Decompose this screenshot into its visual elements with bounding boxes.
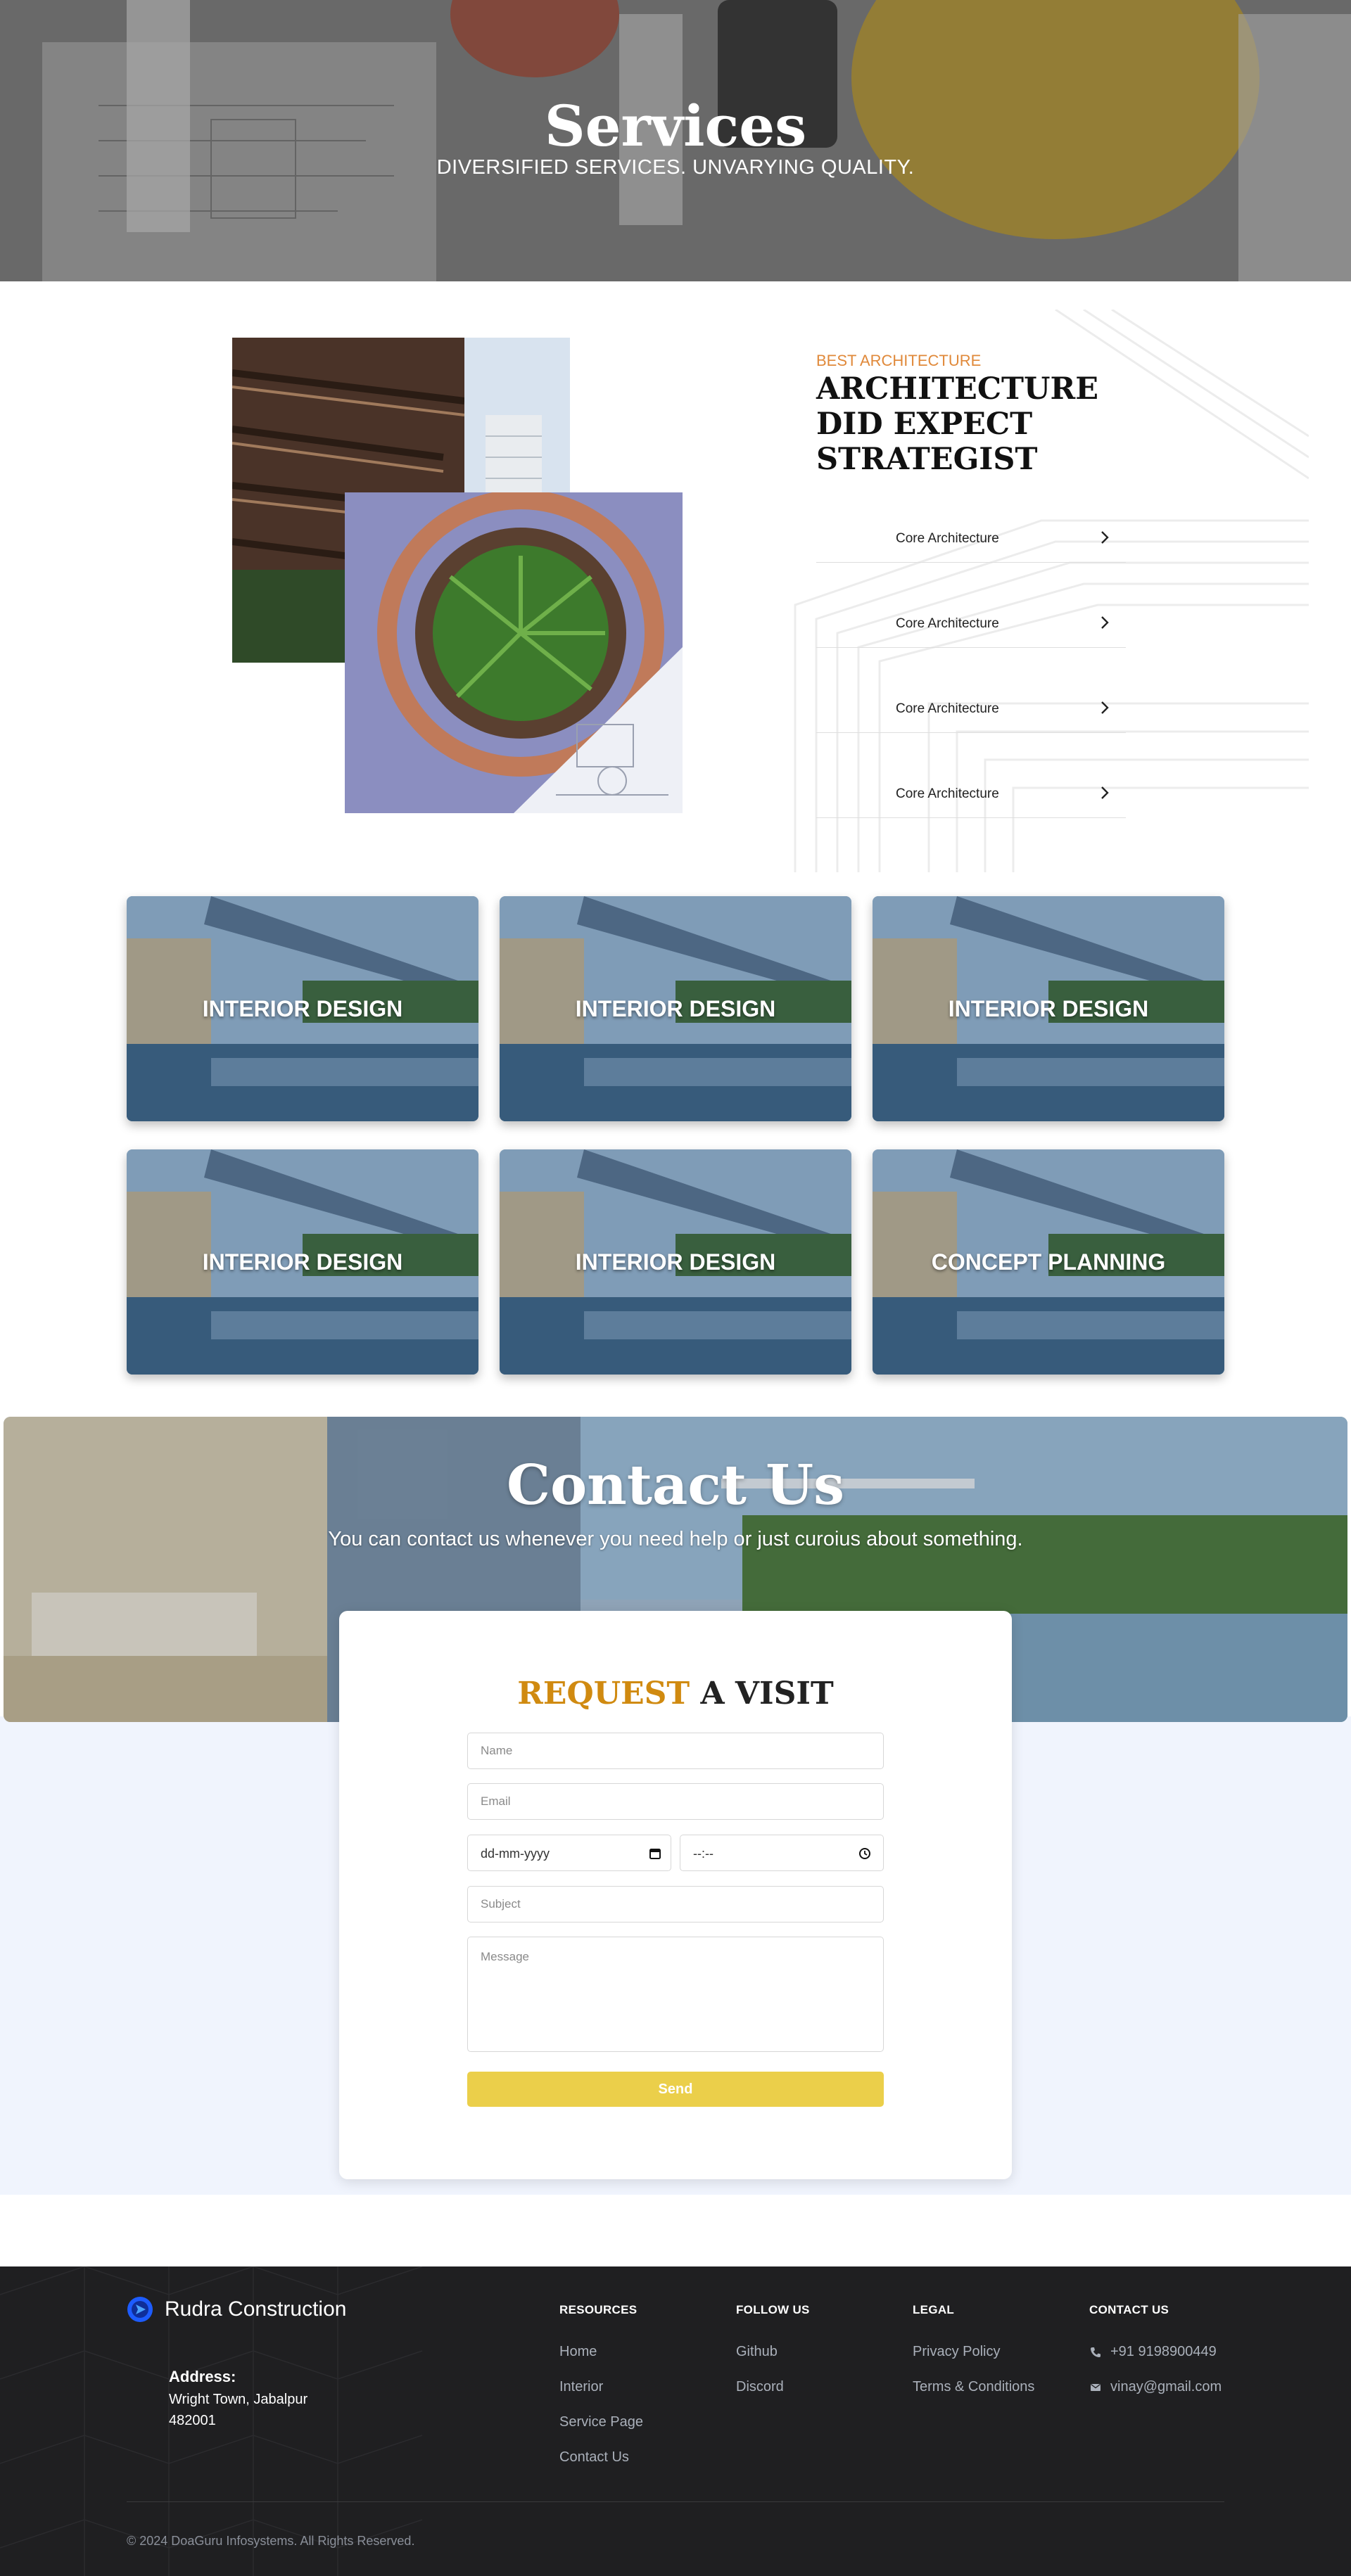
footer-email[interactable]: vinay@gmail.com (1110, 2379, 1222, 2395)
service-card-title: INTERIOR DESIGN (575, 996, 776, 1021)
chevron-right-icon (1101, 786, 1109, 799)
date-input[interactable]: dd-mm-yyyy (467, 1835, 671, 1871)
service-list-label: Core Architecture (896, 616, 999, 631)
heading-line: DID EXPECT (816, 407, 1033, 442)
contact-subtitle: You can contact us whenever you need hel… (328, 1528, 1023, 1550)
footer-link-service-page[interactable]: Service Page (559, 2414, 643, 2430)
form-title-rest: A VISIT (690, 1676, 834, 1711)
brand-name[interactable]: Rudra Construction (165, 2297, 346, 2321)
page-subtitle: DIVERSIFIED SERVICES. UNVARYING QUALITY. (436, 156, 915, 179)
architecture-section: BEST ARCHITECTURE ARCHITECTURE DID EXPEC… (0, 281, 1351, 872)
footer-link-home[interactable]: Home (559, 2344, 597, 2360)
footer-divider (127, 2501, 1224, 2502)
copyright-text: © 2024 DoaGuru Infosystems. All Rights R… (127, 2534, 415, 2548)
footer-link-github[interactable]: Github (736, 2344, 778, 2360)
service-card[interactable]: CONCEPT PLANNING (873, 1149, 1224, 1375)
site-footer: Rudra Construction Address: Wright Town,… (0, 2266, 1351, 2576)
footer-phone[interactable]: +91 9198900449 (1110, 2344, 1217, 2360)
service-card[interactable]: INTERIOR DESIGN (873, 896, 1224, 1121)
name-input[interactable] (467, 1733, 884, 1769)
service-card[interactable]: INTERIOR DESIGN (127, 1149, 478, 1375)
brand-logo-icon[interactable] (127, 2296, 153, 2323)
send-button[interactable]: Send (467, 2072, 884, 2107)
contact-title: Contact Us (507, 1453, 844, 1517)
footer-link-interior[interactable]: Interior (559, 2379, 603, 2395)
service-list-item[interactable]: Core Architecture (816, 518, 1126, 563)
request-visit-form: REQUEST A VISIT dd-mm-yyyy --:-- Send (339, 1611, 1012, 2179)
form-title: REQUEST A VISIT (339, 1676, 1012, 1711)
footer-contact-title: CONTACT US (1089, 2303, 1169, 2316)
section-eyebrow: BEST ARCHITECTURE (816, 352, 982, 369)
service-card-title: INTERIOR DESIGN (202, 996, 403, 1021)
service-list-item[interactable]: Core Architecture (816, 603, 1126, 648)
service-list-label: Core Architecture (896, 531, 999, 546)
chevron-right-icon (1101, 616, 1109, 629)
time-input[interactable]: --:-- (680, 1835, 884, 1871)
footer-follow-title: FOLLOW US (736, 2303, 810, 2316)
service-list-label: Core Architecture (896, 786, 999, 801)
footer-legal-title: LEGAL (913, 2303, 955, 2316)
address-line: 482001 (169, 2413, 216, 2428)
spiral-stairs-photo (345, 492, 683, 813)
heading-line: STRATEGIST (816, 442, 1038, 477)
footer-link-privacy-policy[interactable]: Privacy Policy (913, 2344, 1000, 2360)
message-textarea[interactable] (467, 1937, 884, 2052)
footer-link-discord[interactable]: Discord (736, 2379, 784, 2395)
service-card-title: INTERIOR DESIGN (948, 996, 1149, 1021)
time-placeholder: --:-- (693, 1847, 713, 1861)
heading-line: ARCHITECTURE (816, 371, 1099, 407)
service-cards-grid: INTERIOR DESIGN INTERIOR DESIGN INTERIOR… (0, 872, 1351, 1393)
service-card-title: INTERIOR DESIGN (575, 1249, 776, 1275)
clock-icon[interactable] (858, 1847, 872, 1861)
date-placeholder: dd-mm-yyyy (481, 1847, 550, 1861)
email-input[interactable] (467, 1783, 884, 1820)
service-card[interactable]: INTERIOR DESIGN (500, 1149, 851, 1375)
page-title: Services (544, 93, 807, 159)
footer-link-contact-us[interactable]: Contact Us (559, 2449, 629, 2466)
chevron-right-icon (1101, 531, 1109, 544)
service-card-title: CONCEPT PLANNING (931, 1249, 1166, 1275)
hero-banner: Services DIVERSIFIED SERVICES. UNVARYING… (0, 0, 1351, 281)
phone-icon (1091, 2347, 1101, 2357)
mail-icon (1091, 2383, 1101, 2391)
service-card-title: INTERIOR DESIGN (202, 1249, 403, 1275)
service-list-item[interactable]: Core Architecture (816, 688, 1126, 733)
service-card[interactable]: INTERIOR DESIGN (500, 896, 851, 1121)
footer-link-terms[interactable]: Terms & Conditions (913, 2379, 1034, 2395)
subject-input[interactable] (467, 1886, 884, 1923)
calendar-icon[interactable] (648, 1847, 662, 1861)
service-list-item[interactable]: Core Architecture (816, 773, 1126, 818)
chevron-right-icon (1101, 701, 1109, 714)
service-card[interactable]: INTERIOR DESIGN (127, 896, 478, 1121)
service-list-label: Core Architecture (896, 701, 999, 716)
address-line: Wright Town, Jabalpur (169, 2392, 308, 2407)
footer-resources-title: RESOURCES (559, 2303, 638, 2316)
form-title-accent: REQUEST (517, 1676, 690, 1711)
address-label: Address: (169, 2368, 236, 2385)
section-heading: ARCHITECTURE DID EXPECT STRATEGIST (816, 371, 1154, 477)
